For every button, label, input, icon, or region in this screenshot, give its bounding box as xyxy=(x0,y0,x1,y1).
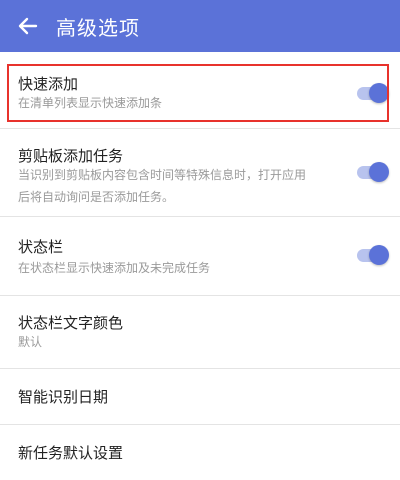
toggle-thumb xyxy=(369,83,389,103)
toggle-thumb xyxy=(369,162,389,182)
app-bar: 高级选项 xyxy=(0,0,400,52)
setting-new-task-defaults[interactable]: 新任务默认设置 xyxy=(0,425,400,480)
setting-subtitle: 当识别到剪贴板内容包含时间等特殊信息时，打开应用后将自动询问是否添加任务。 xyxy=(18,168,307,204)
setting-quick-add[interactable]: 快速添加 在清单列表显示快速添加条 xyxy=(0,64,400,122)
setting-status-bar[interactable]: 状态栏 在状态栏显示快速添加及未完成任务 xyxy=(0,217,400,295)
setting-title: 新任务默认设置 xyxy=(18,444,124,462)
arrow-left-icon xyxy=(18,16,38,36)
setting-clipboard-add-task[interactable]: 剪贴板添加任务 当识别到剪贴板内容包含时间等特殊信息时，打开应用后将自动询问是否… xyxy=(0,129,400,216)
setting-status-bar-text-color[interactable]: 状态栏文字颜色 默认 xyxy=(0,296,400,368)
setting-title: 快速添加 xyxy=(18,75,79,93)
setting-subtitle: 默认 xyxy=(18,335,43,349)
toggle-thumb xyxy=(369,245,389,265)
clipboard-add-toggle[interactable] xyxy=(355,162,389,182)
setting-subtitle: 在清单列表显示快速添加条 xyxy=(18,96,163,110)
quick-add-toggle[interactable] xyxy=(355,83,389,103)
setting-title: 状态栏 xyxy=(18,238,64,256)
status-bar-toggle[interactable] xyxy=(355,245,389,265)
setting-title: 智能识别日期 xyxy=(18,388,109,406)
setting-title: 状态栏文字颜色 xyxy=(18,314,124,332)
back-button[interactable] xyxy=(0,0,56,52)
page-title: 高级选项 xyxy=(56,15,140,40)
setting-title: 剪贴板添加任务 xyxy=(18,147,124,165)
setting-smart-date-recognition[interactable]: 智能识别日期 xyxy=(0,369,400,424)
setting-subtitle: 在状态栏显示快速添加及未完成任务 xyxy=(18,261,211,275)
